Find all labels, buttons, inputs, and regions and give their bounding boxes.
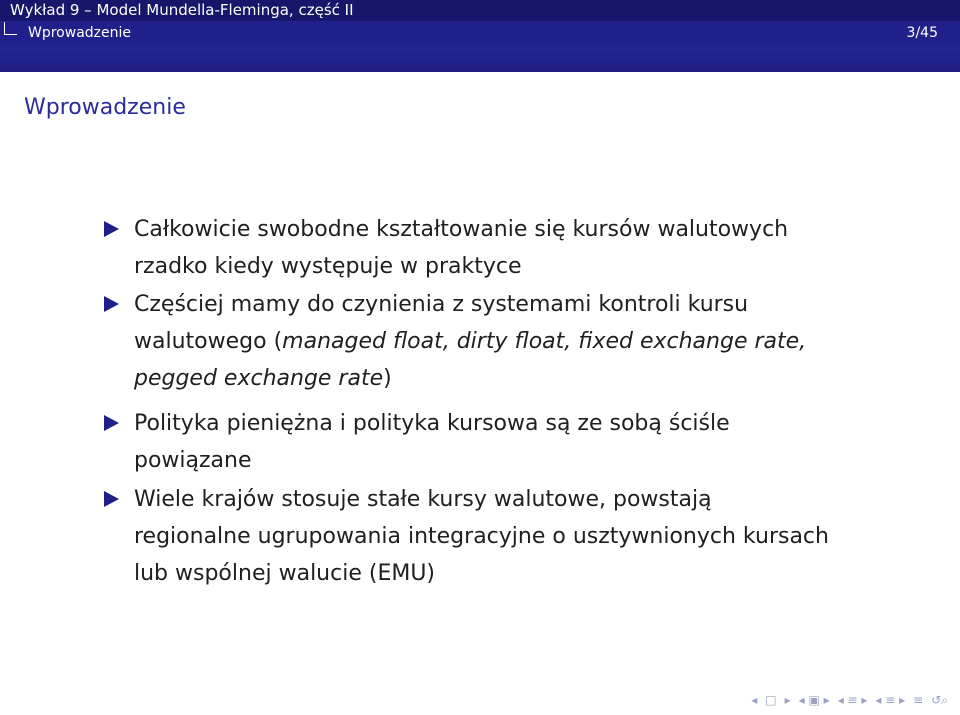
- bullet-line: Częściej mamy do czynienia z systemami k…: [134, 292, 749, 317]
- nav-search-icon[interactable]: ↺⌕: [931, 691, 948, 709]
- nav-frame-box-icon[interactable]: □: [765, 691, 776, 709]
- bullet-line-text: ): [383, 366, 392, 391]
- nav-left-arrow-icon[interactable]: ◂: [751, 691, 757, 709]
- triangle-bullet-icon: [104, 415, 119, 431]
- bullet-line-italic: managed float, dirty float, fixed exchan…: [282, 329, 807, 354]
- bullet-list: Całkowicie swobodne kształtowanie się ku…: [0, 0, 960, 715]
- bullet-text: Częściej mamy do czynienia z systemami k…: [134, 286, 924, 397]
- triangle-bullet-icon: [104, 491, 119, 507]
- bullet-line-text: walutowego (: [134, 329, 283, 354]
- bullet-line: regionalne ugrupowania integracyjne o us…: [134, 524, 829, 549]
- bullet-line: lub wspólnej walucie (EMU): [134, 561, 436, 586]
- nav-sep-icon: ≡: [913, 693, 924, 707]
- bullet-line: pegged exchange rate): [134, 360, 924, 397]
- nav-subsection-icon[interactable]: ◂ ▣ ▸: [799, 691, 830, 709]
- bullet-line: powiązane: [134, 448, 252, 473]
- nav-section-icon[interactable]: ◂ ≡ ▸: [838, 691, 868, 709]
- nav-right-arrow-icon[interactable]: ▸: [785, 691, 791, 709]
- beamer-navigation[interactable]: ◂ □ ▸ ◂ ▣ ▸ ◂ ≡ ▸ ◂ ≡ ▸ ≡ ↺⌕: [751, 691, 948, 709]
- bullet-text: Polityka pieniężna i polityka kursowa są…: [134, 405, 924, 479]
- bullet-line: rzadko kiedy występuje w praktyce: [134, 254, 522, 279]
- bullet-line: Wiele krajów stosuje stałe kursy walutow…: [134, 487, 712, 512]
- triangle-bullet-icon: [104, 296, 119, 312]
- bullet-text: Wiele krajów stosuje stałe kursy walutow…: [134, 481, 924, 592]
- bullet-line-italic: pegged exchange rate: [134, 366, 384, 391]
- bullet-line: Całkowicie swobodne kształtowanie się ku…: [134, 217, 789, 242]
- nav-presentation-icon[interactable]: ◂ ≡ ▸: [875, 691, 905, 709]
- triangle-bullet-icon: [104, 221, 119, 237]
- bullet-line: walutowego (managed float, dirty float, …: [134, 323, 924, 360]
- bullet-text: Całkowicie swobodne kształtowanie się ku…: [134, 211, 924, 285]
- bullet-line: Polityka pieniężna i polityka kursowa są…: [134, 411, 730, 436]
